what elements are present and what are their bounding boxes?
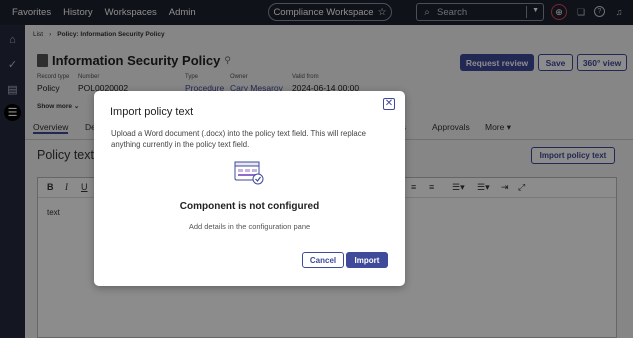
cancel-button[interactable]: Cancel	[302, 252, 344, 268]
dialog-description: Upload a Word document (.docx) into the …	[111, 129, 366, 149]
close-icon[interactable]: ✕	[383, 98, 395, 110]
configuration-illustration-icon	[234, 161, 264, 185]
dialog-heading: Component is not configured	[179, 201, 320, 212]
import-button[interactable]: Import	[346, 252, 388, 268]
import-policy-text-dialog: Import policy text ✕ Upload a Word docum…	[94, 91, 405, 286]
dialog-subtext: Add details in the configuration pane	[188, 222, 311, 231]
dialog-title: Import policy text	[110, 106, 194, 118]
